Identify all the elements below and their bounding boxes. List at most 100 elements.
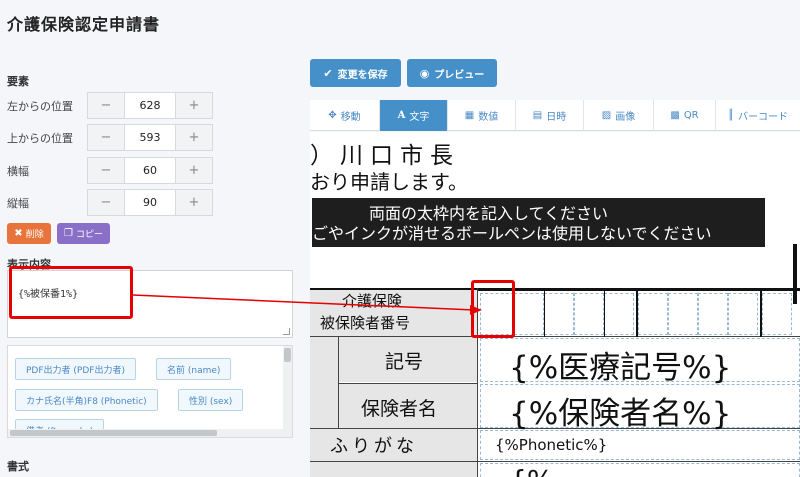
tab-move-label: 移動 [340,112,361,123]
copy-icon: ❐ [64,228,73,239]
kigo-field[interactable]: {%医療記号%} [480,338,800,386]
height-input[interactable]: 90 [124,190,176,215]
digit-box-2[interactable] [514,293,544,335]
top-position-stepper: − 593 + [87,124,213,151]
calendar-icon: ▤ [532,110,543,121]
bottom-field[interactable]: {% [480,463,800,477]
tab-datetime[interactable]: ▤ 日時 [516,100,584,131]
hokensha-field[interactable]: {%保険者名%} [480,384,800,432]
top-position-input[interactable]: 593 [124,125,176,150]
save-button[interactable]: ✔ 変更を保存 [310,59,401,87]
furigana-label-cell: ふりがな [310,429,477,461]
digit-box-7[interactable] [668,293,698,335]
height-increment-button[interactable]: + [176,190,212,215]
digit-box-8[interactable] [698,293,728,335]
placeholder-tag-list: PDF出力者 (PDF出力者) 名前 (name) カナ氏名(半角)F8 (Ph… [7,345,293,438]
kigo-label: 記号 [385,351,424,373]
tab-qr-label: QR [683,110,699,121]
tag-list-horizontal-scrollbar[interactable] [8,429,292,437]
resize-handle-icon[interactable] [283,328,290,335]
tab-move[interactable]: ✥ 移動 [310,100,380,131]
tab-barcode[interactable]: ║ バーコード [716,100,800,131]
tag-list-vertical-scrollbar[interactable] [283,346,292,437]
tab-number[interactable]: ▦ 数値 [448,100,516,131]
tab-image[interactable]: ▨ 画像 [584,100,654,131]
hokensha-label-cell: 保険者名 [339,383,477,428]
left-position-input[interactable]: 628 [124,93,176,118]
digit-box-6[interactable] [638,293,668,335]
text-a-icon: A [397,110,406,121]
tab-qr[interactable]: ▩ QR [654,100,716,131]
left-position-decrement-button[interactable]: − [88,93,124,118]
move-arrows-icon: ✥ [328,110,337,121]
tag-pdf-output[interactable]: PDF出力者 (PDF出力者) [15,358,136,380]
bottom-value: {% [509,464,553,477]
top-position-decrement-button[interactable]: − [88,125,124,150]
instruction-line-2: ごやインクが消せるボールペンは使用しないでください [312,220,712,244]
form-canvas[interactable]: ）川口市長 おり申請します。 両面の太枠内を記入してください ごやインクが消せる… [310,132,800,477]
insured-number-label-cell: 介護保険 被保険者番号 [310,290,477,336]
delete-button[interactable]: ✖ 削除 [7,223,51,244]
copy-button-label: コピー [75,230,103,240]
grid-divider-1 [544,291,545,337]
furigana-value: {%Phonetic%} [495,436,608,454]
vertical-label-cell [310,337,338,428]
height-stepper: − 90 + [87,189,213,216]
preview-button-label: プレビュー [434,69,485,81]
digit-box-4[interactable] [574,293,604,335]
digit-box-9[interactable] [728,293,758,335]
digit-box-3[interactable] [544,293,574,335]
tag-name[interactable]: 名前 (name) [156,358,232,380]
form-mayor-line: ）川口市長 [310,143,460,169]
height-decrement-button[interactable]: − [88,190,124,215]
check-icon: ✔ [323,66,333,80]
bottom-label-cell [310,462,477,477]
width-input[interactable]: 60 [124,158,176,183]
tag-sex[interactable]: 性別 (sex) [178,389,244,411]
width-stepper: − 60 + [87,157,213,184]
barcode-icon: ║ [728,110,735,121]
tab-text[interactable]: A 文字 [380,100,448,131]
instruction-line-2-body: 消せるボールペンは使用しないでください [408,224,712,243]
width-increment-button[interactable]: + [176,158,212,183]
left-position-stepper: − 628 + [87,92,213,119]
page-title: 介護保険認定申請書 [7,15,161,34]
grid-divider-4 [760,291,762,337]
copy-button[interactable]: ❐ コピー [57,223,110,244]
digit-box-5[interactable] [604,293,634,335]
section-elements-label: 要素 [7,75,29,88]
digit-box-10[interactable] [762,293,792,335]
textarea-highlight-box [9,266,133,319]
element-type-tabbar: ✥ 移動 A 文字 ▦ 数値 ▤ 日時 ▨ 画像 ▩ QR ║ バーコード [310,100,800,131]
preview-button[interactable]: ◉ プレビュー [407,59,497,87]
instruction-line-2-prefix: ごやインクが [312,224,409,243]
calculator-icon: ▦ [464,110,475,121]
save-button-label: 変更を保存 [337,69,388,81]
digit-box-highlight [471,280,515,338]
grid-divider-2 [604,291,605,337]
image-icon: ▨ [601,110,612,121]
hokensha-value: {%保険者名%} [509,396,732,432]
insured-number-label-2: 被保険者番号 [320,314,411,332]
form-application-line: おり申請します。 [310,170,468,194]
furigana-field[interactable]: {%Phonetic%} [480,430,800,460]
close-icon: ✖ [14,228,23,239]
grid-divider-3 [636,291,638,337]
eye-icon: ◉ [419,66,430,80]
qr-code-icon: ▩ [670,110,680,121]
hokensha-label: 保険者名 [361,398,438,420]
section-format-label: 書式 [7,460,29,473]
tab-datetime-label: 日時 [546,112,567,123]
height-label: 縦幅 [7,197,29,210]
left-position-label: 左からの位置 [7,100,73,113]
furigana-label: ふりがな [330,436,418,457]
kigo-value: {%医療記号%} [509,350,732,386]
top-position-increment-button[interactable]: + [176,125,212,150]
tab-text-label: 文字 [409,112,430,123]
kigo-label-cell: 記号 [339,337,477,382]
tab-number-label: 数値 [478,112,499,123]
left-position-increment-button[interactable]: + [176,93,212,118]
tag-phonetic[interactable]: カナ氏名(半角)F8 (Phonetic) [15,389,158,411]
width-decrement-button[interactable]: − [88,158,124,183]
instruction-banner: 両面の太枠内を記入してください ごやインクが消せるボールペンは使用しないでくださ… [310,198,765,247]
